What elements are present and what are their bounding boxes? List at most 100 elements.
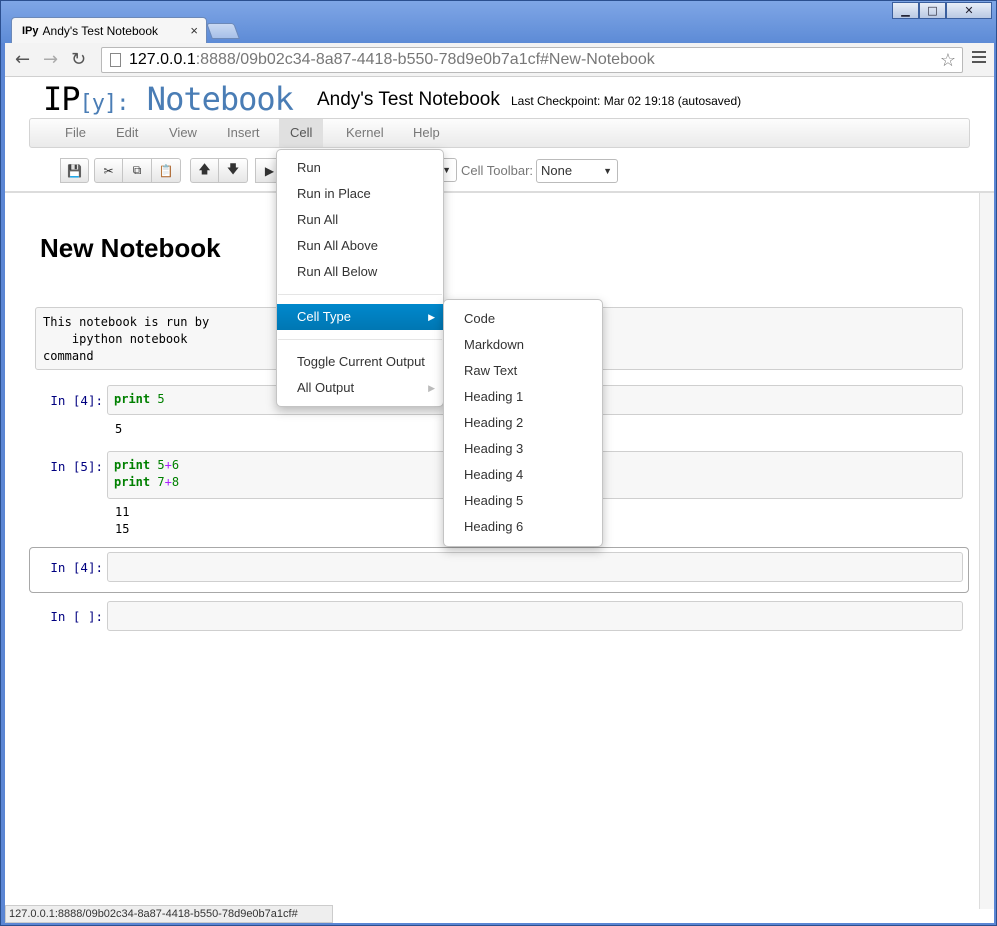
menu-bar: File Edit View Insert Cell Kernel Help [29, 118, 970, 148]
url-path: :8888/09b02c34-8a87-4418-b550-78d9e0b7a1… [195, 51, 655, 68]
menu-cell[interactable]: Cell [279, 119, 324, 147]
menu-item-run-all-below[interactable]: Run All Below [277, 259, 443, 285]
code-number: 8 [171, 475, 180, 489]
submenu-arrow-icon: ▶ [428, 383, 435, 393]
page-content: IP[y]: Notebook Andy's Test Notebook Las… [5, 77, 994, 923]
heading-cell[interactable]: New Notebook [40, 233, 221, 264]
menu-insert[interactable]: Insert [216, 119, 271, 147]
cell-prompt: In [ ]: [50, 609, 103, 624]
browser-window: ▁ □ ✕ IPy Andy's Test Notebook × ← → ↻ 1… [0, 0, 997, 926]
code-keyword: print [114, 392, 151, 406]
menu-item-cell-type[interactable]: Cell Type ▶ [277, 304, 443, 330]
scrollbar[interactable] [980, 193, 994, 909]
menu-item-run-all-above[interactable]: Run All Above [277, 233, 443, 259]
code-operator: + [164, 458, 172, 472]
close-window-button[interactable]: ✕ [946, 2, 992, 19]
browser-menu-icon[interactable] [972, 51, 986, 66]
menu-view[interactable]: View [158, 119, 208, 147]
notebook-header: IP[y]: Notebook Andy's Test Notebook Las… [5, 77, 994, 119]
address-bar[interactable]: 127.0.0.1:8888/09b02c34-8a87-4418-b550-7… [101, 47, 963, 73]
cell-prompt: In [4]: [50, 560, 103, 575]
save-icon[interactable]: 💾 [60, 158, 89, 183]
notebook-name[interactable]: Andy's Test Notebook [317, 89, 500, 111]
browser-tab[interactable]: IPy Andy's Test Notebook × [11, 17, 207, 43]
menu-item-heading-2[interactable]: Heading 2 [444, 410, 602, 436]
code-keyword: print [114, 475, 151, 489]
menu-item-heading-1[interactable]: Heading 1 [444, 384, 602, 410]
copy-icon[interactable]: ⧉ [123, 158, 152, 183]
cell-output: 11 15 [115, 504, 129, 538]
tab-title: Andy's Test Notebook [42, 23, 158, 38]
ipython-favicon-icon: IPy [22, 24, 39, 37]
menu-item-label: All Output [297, 380, 355, 395]
code-number: 5 [157, 392, 165, 406]
browser-toolbar: ← → ↻ 127.0.0.1:8888/09b02c34-8a87-4418-… [5, 43, 994, 77]
forward-icon[interactable]: → [43, 49, 58, 70]
menu-edit[interactable]: Edit [105, 119, 149, 147]
menu-item-all-output[interactable]: All Output ▶ [277, 375, 443, 401]
cell-output: 5 [115, 422, 123, 436]
logo-colon: : [116, 91, 129, 116]
cell-toolbar-select[interactable]: None ▼ [536, 159, 618, 183]
move-down-icon[interactable]: 🡇 [219, 158, 248, 183]
menu-item-heading-4[interactable]: Heading 4 [444, 462, 602, 488]
save-group: 💾 [60, 158, 89, 183]
code-number: 5 [157, 458, 165, 472]
status-url: 127.0.0.1:8888/09b02c34-8a87-4418-b550-7… [5, 905, 333, 923]
cell-prompt: In [4]: [50, 393, 103, 408]
menu-item-heading-3[interactable]: Heading 3 [444, 436, 602, 462]
url-host: 127.0.0.1 [129, 51, 196, 68]
menu-item-run-in-place[interactable]: Run in Place [277, 181, 443, 207]
menu-item-heading-6[interactable]: Heading 6 [444, 514, 602, 540]
maximize-button[interactable]: □ [919, 2, 946, 19]
new-tab-button[interactable] [206, 23, 240, 39]
cell-toolbar-value: None [541, 163, 573, 178]
code-number: 7 [157, 475, 165, 489]
title-bar: ▁ □ ✕ IPy Andy's Test Notebook × [1, 1, 996, 43]
bookmark-star-icon[interactable]: ☆ [940, 50, 956, 71]
cell-menu: Run Run in Place Run All Run All Above R… [276, 149, 444, 407]
cell-type-submenu: Code Markdown Raw Text Heading 1 Heading… [443, 299, 603, 547]
ipython-logo[interactable]: IP[y]: Notebook [43, 80, 294, 118]
menu-item-run-all[interactable]: Run All [277, 207, 443, 233]
menu-item-code[interactable]: Code [444, 306, 602, 332]
chevron-down-icon: ▼ [603, 166, 612, 176]
move-group: 🡅 🡇 [190, 158, 248, 183]
output-line: 15 [115, 522, 130, 536]
notebook-toolbar: 💾 ✂ ⧉ 📋 🡅 🡇 ▶ ▼ Cell Toolbar: None ▼ [5, 151, 994, 191]
output-line: 11 [115, 505, 130, 519]
cell-toolbar-label: Cell Toolbar: [461, 163, 534, 178]
edit-group: ✂ ⧉ 📋 [94, 158, 181, 183]
logo-ip: IP [43, 80, 81, 118]
code-input[interactable] [107, 552, 963, 582]
page-icon [110, 53, 121, 67]
minimize-button[interactable]: ▁ [892, 2, 919, 19]
menu-kernel[interactable]: Kernel [335, 119, 395, 147]
menu-divider [278, 339, 442, 340]
menu-item-run[interactable]: Run [277, 155, 443, 181]
paste-icon[interactable]: 📋 [152, 158, 181, 183]
back-icon[interactable]: ← [15, 49, 30, 70]
cell-prompt: In [5]: [50, 459, 103, 474]
menu-help[interactable]: Help [402, 119, 451, 147]
code-number: 6 [171, 458, 180, 472]
menu-item-raw-text[interactable]: Raw Text [444, 358, 602, 384]
tab-close-icon[interactable]: × [190, 23, 198, 38]
cut-icon[interactable]: ✂ [94, 158, 123, 183]
code-input[interactable] [107, 601, 963, 631]
submenu-arrow-icon: ▶ [428, 312, 435, 322]
move-up-icon[interactable]: 🡅 [190, 158, 219, 183]
code-operator: + [164, 475, 172, 489]
menu-file[interactable]: File [54, 119, 97, 147]
menu-divider [278, 294, 442, 295]
window-controls: ▁ □ ✕ [892, 2, 992, 19]
menu-item-heading-5[interactable]: Heading 5 [444, 488, 602, 514]
menu-item-toggle-current-output[interactable]: Toggle Current Output [277, 349, 443, 375]
logo-bracket: [y] [79, 91, 118, 116]
logo-notebook: Notebook [146, 80, 294, 118]
menu-item-markdown[interactable]: Markdown [444, 332, 602, 358]
reload-icon[interactable]: ↻ [71, 49, 86, 70]
code-keyword: print [114, 458, 151, 472]
menu-item-label: Cell Type [297, 309, 351, 324]
checkpoint-status: Last Checkpoint: Mar 02 19:18 (autosaved… [511, 94, 742, 108]
